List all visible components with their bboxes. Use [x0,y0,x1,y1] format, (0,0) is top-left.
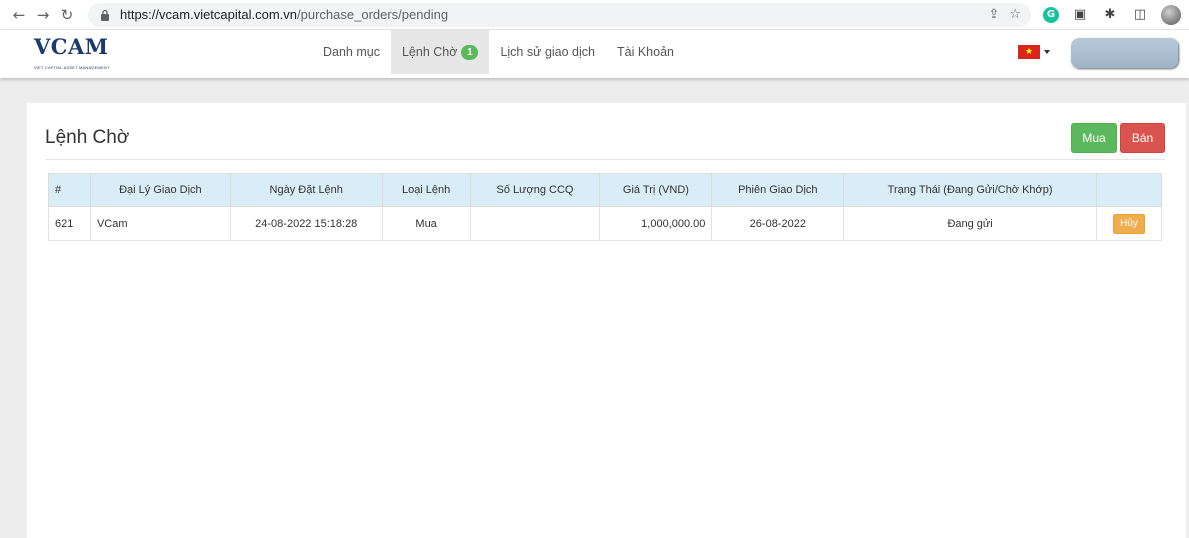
user-account-box[interactable] [1071,38,1178,68]
reload-icon[interactable]: ↻ [56,4,78,26]
nav-item-danh-muc[interactable]: Danh mục [312,30,391,74]
nav-item-label: Lịch sử giao dịch [500,45,595,59]
column-header: Giá Trị (VND) [599,173,713,207]
nav-item-label: Tài Khoản [616,45,674,59]
nav-item-label: Lệnh Chờ [401,45,458,59]
address-bar[interactable]: https://vcam.vietcapital.com.vn/purchase… [88,2,1031,27]
column-header: # [48,173,91,207]
action-cell: Hủy [1095,206,1163,241]
column-header: Ngày Đặt Lệnh [229,173,383,207]
column-header [1095,173,1163,207]
lock-icon [98,8,112,22]
extension-icon[interactable]: ▣ [1071,6,1089,24]
order-id-cell: 621 [48,206,91,241]
forward-icon[interactable]: → [32,4,54,26]
pending-count-badge: 1 [461,44,479,60]
browser-toolbar: ← → ↻ https://vcam.vietcapital.com.vn/pu… [0,0,1189,30]
caret-down-icon [1044,50,1050,54]
status-cell: Đang gửi [843,206,1097,241]
vcam-logo[interactable]: VCAM VIET CAPITAL ASSET MANAGEMENT [34,35,120,75]
logo-text: VCAM [34,34,109,59]
content-panel: Lệnh Chờ Mua Bán # Đại Lý Giao Dịch Ngày… [27,103,1186,538]
url-path: /purchase_orders/pending [297,7,449,22]
nav-item-tai-khoan[interactable]: Tài Khoản [606,30,685,74]
agent-cell: VCam [89,206,231,241]
title-divider [45,159,1165,160]
column-header: Trạng Thái (Đang Gửi/Chờ Khớp) [843,173,1097,207]
table-row: 621 VCam 24-08-2022 15:18:28 Mua 1,000,0… [48,206,1163,241]
session-cell: 26-08-2022 [711,206,845,241]
logo-subtext: VIET CAPITAL ASSET MANAGEMENT [34,65,110,70]
value-cell: 1,000,000.00 [599,206,713,241]
app-navbar: VCAM VIET CAPITAL ASSET MANAGEMENT Danh … [0,30,1189,78]
table-header-row: # Đại Lý Giao Dịch Ngày Đặt Lệnh Loại Lệ… [48,173,1163,207]
main-menu: Danh mục Lệnh Chờ 1 Lịch sử giao dịch Tà… [312,30,685,74]
buy-button[interactable]: Mua [1071,123,1117,153]
nav-item-label: Danh mục [323,45,380,59]
column-header: Đại Lý Giao Dịch [89,173,231,207]
pending-orders-table: # Đại Lý Giao Dịch Ngày Đặt Lệnh Loại Lệ… [48,173,1163,241]
puzzle-extensions-icon[interactable]: ✱ [1101,6,1119,24]
url-host: https://vcam.vietcapital.com.vn [120,7,298,22]
page-title: Lệnh Chờ [45,127,130,148]
sell-button[interactable]: Bán [1120,123,1165,153]
order-type-cell: Mua [381,206,471,241]
nav-item-lich-su[interactable]: Lịch sử giao dịch [489,30,606,74]
share-icon[interactable]: ⇪ [988,7,999,22]
bookmark-star-icon[interactable]: ☆ [1009,7,1021,22]
cancel-order-button[interactable]: Hủy [1113,213,1145,234]
column-header: Số Lượng CCQ [469,173,601,207]
column-header: Loại Lệnh [381,173,471,207]
profile-avatar[interactable] [1161,4,1181,25]
order-date-cell: 24-08-2022 15:18:28 [229,206,383,241]
language-selector[interactable]: ★ [1018,45,1050,59]
vietnam-flag-icon: ★ [1018,45,1040,59]
column-header: Phiên Giao Dịch [711,173,845,207]
nav-item-lenh-cho[interactable]: Lệnh Chờ 1 [390,30,490,74]
back-icon[interactable]: ← [8,4,30,26]
side-panel-icon[interactable]: ◫ [1131,6,1149,24]
quantity-cell [469,206,601,241]
grammarly-extension-icon[interactable]: G [1043,6,1059,23]
